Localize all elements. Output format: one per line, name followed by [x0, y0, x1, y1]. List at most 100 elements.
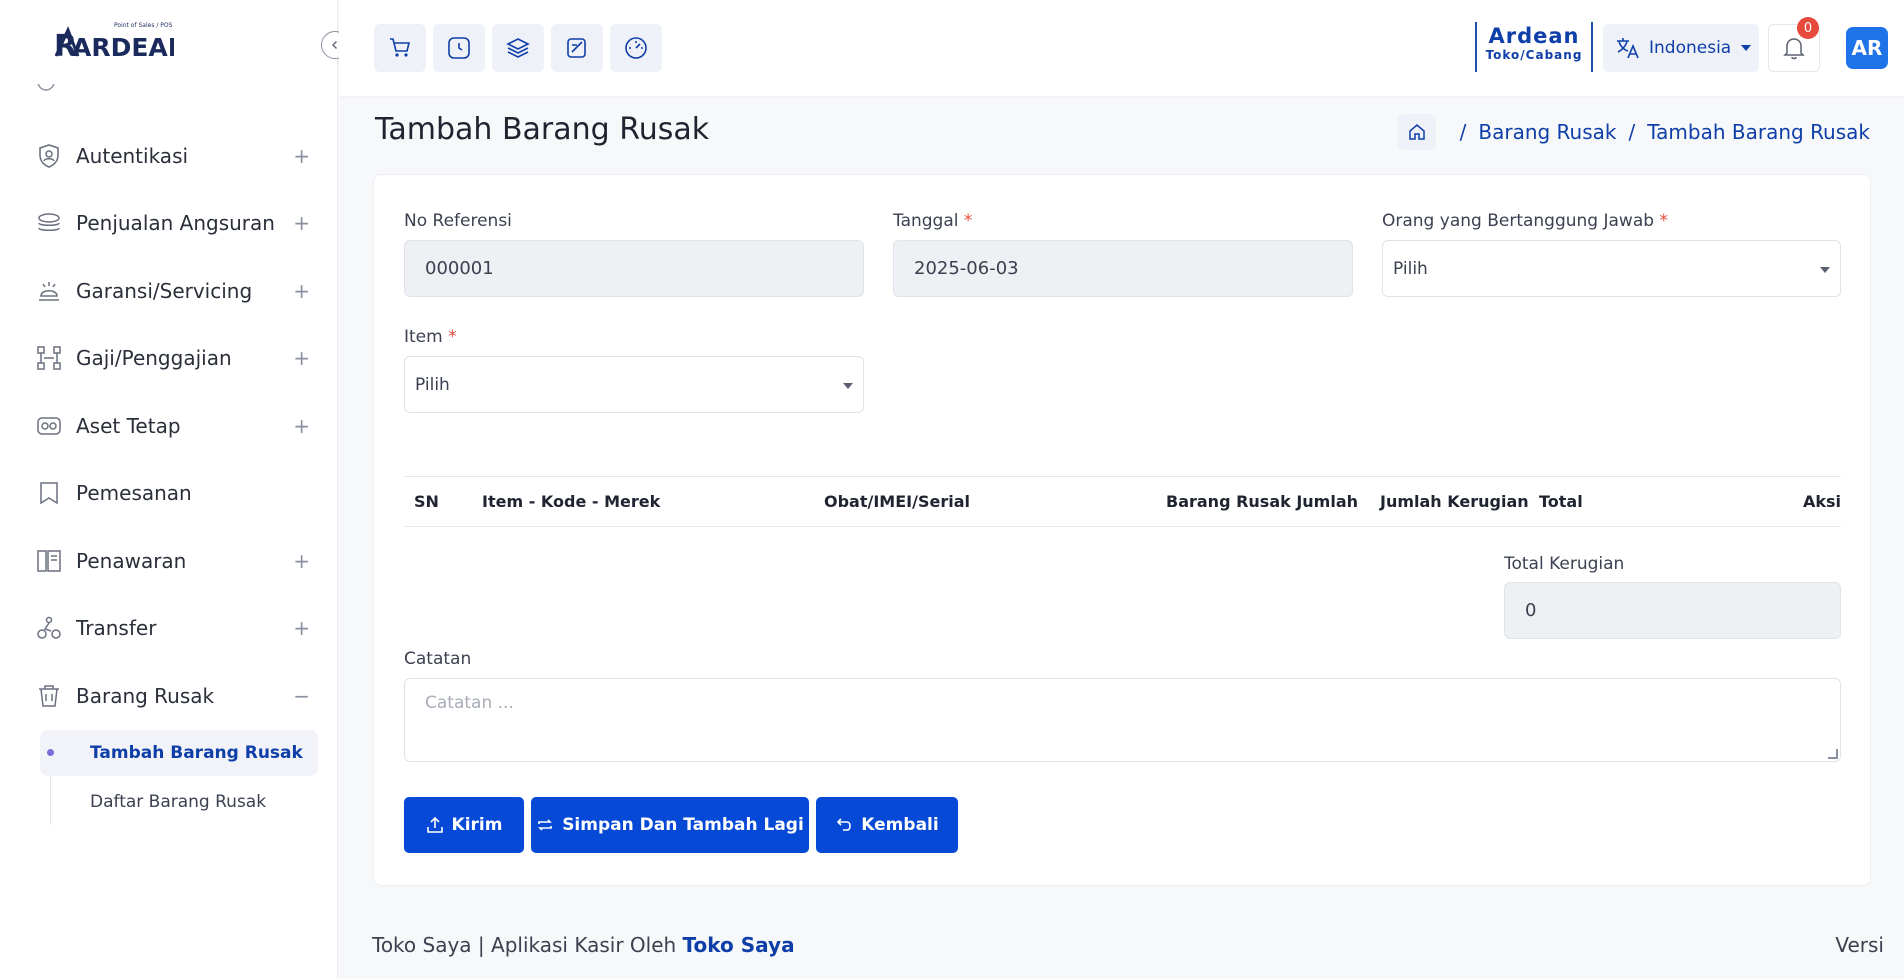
catatan-textarea[interactable]: Catatan ... [404, 678, 1841, 762]
sidebar-item-label: Transfer [76, 616, 157, 641]
sidebar-item-pemesanan[interactable]: Pemesanan [0, 460, 338, 528]
expand-icon: + [293, 616, 310, 641]
layers-icon [506, 38, 530, 58]
edit-note-button[interactable] [551, 24, 603, 72]
notifications-button[interactable]: 0 [1768, 17, 1820, 72]
penanggung-jawab-label: Orang yang Bertanggung Jawab * [1382, 211, 1668, 231]
page-title: Tambah Barang Rusak [375, 112, 710, 147]
form-card: No Referensi 000001 Tanggal * 2025-06-03… [373, 174, 1871, 886]
sidebar-item-garansi[interactable]: Garansi/Servicing + [0, 257, 338, 325]
pos-cart-button[interactable] [374, 24, 426, 72]
shield-user-icon [36, 143, 62, 169]
total-kerugian-value: 0 [1525, 600, 1537, 621]
total-kerugian-input[interactable]: 0 [1504, 582, 1841, 639]
resize-handle[interactable] [1828, 749, 1838, 759]
penanggung-jawab-select[interactable]: Pilih [1382, 240, 1841, 297]
sidebar-item-transfer[interactable]: Transfer + [0, 595, 338, 663]
sidebar-subitem-daftar-barang-rusak[interactable]: Daftar Barang Rusak [40, 779, 318, 825]
kirim-button[interactable]: Kirim [404, 797, 524, 853]
language-label: Indonesia [1649, 38, 1732, 58]
catatan-label: Catatan [404, 649, 472, 669]
tanggal-label: Tanggal * [893, 211, 973, 231]
stack-coins-icon [36, 210, 62, 236]
sidebar-item-autentikasi[interactable]: Autentikasi + [0, 122, 338, 190]
offer-icon [36, 548, 62, 574]
topbar: Ardean Toko/Cabang Indonesia 0 AR [339, 0, 1904, 96]
user-avatar[interactable]: AR [1846, 27, 1888, 69]
kembali-button[interactable]: Kembali [816, 797, 958, 853]
logo-mark-icon: R ARDEAN [54, 26, 174, 60]
sidebar-item-penawaran[interactable]: Penawaran + [0, 527, 338, 595]
trash-icon [36, 683, 62, 709]
bookmark-icon [36, 480, 62, 506]
footer-version: Versi [1835, 933, 1884, 957]
sidebar-item-penjualan-angsuran[interactable]: Penjualan Angsuran + [0, 190, 338, 258]
sidebar-item-aset-tetap[interactable]: Aset Tetap + [0, 392, 338, 460]
layers-button[interactable] [492, 24, 544, 72]
item-value: Pilih [415, 374, 450, 395]
language-dropdown[interactable]: Indonesia [1603, 24, 1759, 72]
simpan-tambah-lagi-label: Simpan Dan Tambah Lagi [562, 815, 804, 835]
store-name: Ardean [1488, 24, 1580, 48]
no-referensi-input[interactable]: 000001 [404, 240, 864, 297]
logo-tagline: Point of Sales / POS [114, 22, 173, 29]
dashboard-button[interactable] [610, 24, 662, 72]
sidebar-menu: Autentikasi + Penjualan Angsuran + Garan… [0, 122, 338, 828]
footer-text: Toko Saya | Aplikasi Kasir Oleh [372, 933, 683, 957]
item-select[interactable]: Pilih [404, 356, 864, 413]
breadcrumb-link-barang-rusak[interactable]: Barang Rusak [1478, 120, 1616, 144]
org-chart-icon [36, 345, 62, 371]
sidebar-item-label: Penjualan Angsuran [76, 211, 275, 236]
sidebar-item-label: Pemesanan [76, 481, 192, 506]
column-header-jumlah: Barang Rusak Jumlah [1166, 492, 1359, 511]
sidebar-item-label: Garansi/Servicing [76, 278, 253, 303]
sidebar: R ARDEAN Point of Sales / POS Autentikas… [0, 0, 349, 979]
footer: Toko Saya | Aplikasi Kasir Oleh Toko Say… [372, 933, 795, 957]
breadcrumb-separator: / [1459, 120, 1467, 144]
sidebar-item-label: Aset Tetap [76, 413, 181, 438]
store-selector[interactable]: Ardean Toko/Cabang [1475, 22, 1593, 72]
sidebar-item-barang-rusak[interactable]: Barang Rusak − [0, 662, 338, 730]
column-header-aksi: Aksi [1802, 492, 1841, 511]
app-logo[interactable]: R ARDEAN Point of Sales / POS [54, 22, 174, 60]
breadcrumb-separator: / [1628, 120, 1636, 144]
sidebar-item-gaji[interactable]: Gaji/Penggajian + [0, 325, 338, 393]
transfer-icon [36, 615, 62, 641]
history-button[interactable] [433, 24, 485, 72]
notification-count-badge: 0 [1797, 17, 1819, 39]
edit-note-icon [567, 38, 586, 58]
upload-icon [426, 816, 443, 833]
tanggal-input[interactable]: 2025-06-03 [893, 240, 1353, 297]
active-dot [47, 749, 54, 756]
sidebar-item-label: Penawaran [76, 548, 187, 573]
tanggal-value: 2025-06-03 [914, 258, 1019, 279]
column-header-item: Item - Kode - Merek [482, 492, 661, 511]
avatar-initials: AR [1851, 36, 1883, 60]
item-label: Item * [404, 327, 457, 347]
footer-link[interactable]: Toko Saya [683, 933, 795, 957]
simpan-tambah-lagi-button[interactable]: Simpan Dan Tambah Lagi [531, 797, 809, 853]
home-icon [1408, 124, 1425, 140]
breadcrumb-current: Tambah Barang Rusak [1647, 120, 1870, 144]
caret-down-icon [1820, 267, 1830, 273]
assets-icon [36, 413, 62, 439]
kembali-label: Kembali [861, 815, 939, 835]
sidebar-item-label: Barang Rusak [76, 683, 215, 708]
sidebar-item-label: Gaji/Penggajian [76, 346, 232, 371]
no-referensi-value: 000001 [425, 258, 494, 279]
catatan-placeholder: Catatan ... [425, 693, 514, 713]
collapse-icon: − [293, 683, 310, 708]
sidebar-subitem-tambah-barang-rusak[interactable]: Tambah Barang Rusak [40, 729, 318, 776]
submenu-barang-rusak: Tambah Barang Rusak Daftar Barang Rusak [0, 729, 338, 825]
cart-icon [390, 38, 411, 57]
expand-icon: + [293, 278, 310, 303]
bell-icon [1783, 38, 1805, 60]
scrolled-item-icon [36, 84, 56, 98]
breadcrumb-home[interactable] [1397, 114, 1436, 150]
kirim-label: Kirim [451, 815, 503, 835]
expand-icon: + [293, 346, 310, 371]
expand-icon: + [293, 413, 310, 438]
total-kerugian-label: Total Kerugian [1504, 554, 1625, 574]
undo-icon [837, 818, 852, 831]
expand-icon: + [293, 548, 310, 573]
